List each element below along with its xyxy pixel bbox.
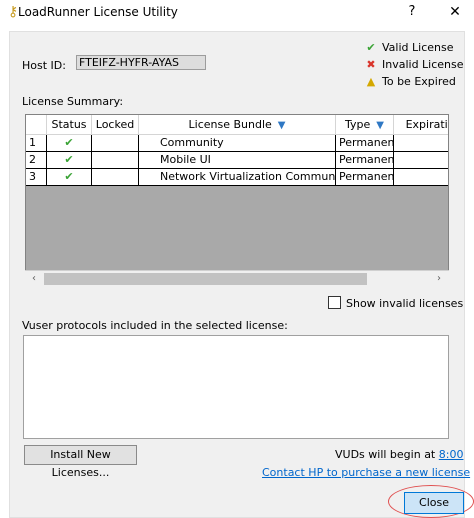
legend-invalid-label: Invalid License: [382, 58, 464, 71]
row-number: 2: [26, 152, 47, 169]
type-cell: Permanent: [336, 152, 394, 169]
horizontal-scrollbar[interactable]: ‹ ›: [25, 270, 449, 286]
legend-expired-label: To be Expired: [382, 75, 456, 88]
show-invalid-licenses-label: Show invalid licenses: [346, 297, 464, 310]
locked-cell: [92, 169, 139, 186]
scrollbar-thumb[interactable]: [44, 273, 367, 285]
column-header-locked[interactable]: Locked: [92, 115, 139, 135]
scroll-left-icon[interactable]: ‹: [28, 271, 40, 287]
window-close-button[interactable]: ✕: [444, 2, 466, 22]
legend-valid-label: Valid License: [382, 41, 454, 54]
host-id-field[interactable]: FTEIFZ-HYFR-AYAS: [76, 55, 206, 70]
host-id-label: Host ID:: [22, 59, 66, 72]
column-header-type-label: Type: [345, 118, 371, 131]
vuds-time-link[interactable]: 8:00: [439, 448, 464, 461]
expiration-cell: [394, 135, 448, 152]
x-icon: ✖: [366, 58, 376, 71]
license-bundle-cell: Community: [139, 135, 336, 152]
protocols-list[interactable]: [23, 335, 449, 439]
type-cell: Permanent: [336, 169, 394, 186]
column-header-license-bundle-label: License Bundle: [188, 118, 272, 131]
vuds-text-label: VUDs will begin at: [335, 448, 439, 461]
row-number: 3: [26, 169, 47, 186]
legend-expired: ▲ To be Expired: [364, 74, 456, 90]
type-cell: Permanent: [336, 135, 394, 152]
filter-icon[interactable]: ▼: [376, 120, 384, 131]
vuds-info: VUDs will begin at 8:00: [335, 448, 463, 461]
column-header-expiration[interactable]: Expiration: [394, 115, 448, 135]
contact-hp-link[interactable]: Contact HP to purchase a new license: [262, 466, 470, 479]
legend-invalid: ✖ Invalid License: [364, 57, 464, 73]
check-icon: ✔: [47, 135, 92, 152]
install-new-licenses-button[interactable]: Install New Licenses...: [24, 445, 137, 479]
check-icon: ✔: [366, 41, 376, 54]
title-bar: ⚷ LoadRunner License Utility ? ✕: [0, 0, 474, 24]
check-icon: ✔: [47, 152, 92, 169]
column-header-type[interactable]: Type ▼: [336, 115, 394, 135]
locked-cell: [92, 135, 139, 152]
close-button[interactable]: Close: [404, 492, 464, 514]
license-bundle-cell: Mobile UI: [139, 152, 336, 169]
checkbox-box[interactable]: [328, 296, 341, 309]
scroll-right-icon[interactable]: ›: [433, 271, 445, 287]
filter-icon[interactable]: ▼: [278, 120, 286, 131]
expiration-cell: [394, 152, 448, 169]
grid-corner: [26, 115, 47, 135]
check-icon: ✔: [47, 169, 92, 186]
license-bundle-cell: Network Virtualization Community: [139, 169, 336, 186]
column-header-license-bundle[interactable]: License Bundle ▼: [139, 115, 336, 135]
help-button[interactable]: ?: [402, 2, 422, 22]
show-invalid-licenses-checkbox[interactable]: Show invalid licenses: [328, 296, 463, 310]
window-title: LoadRunner License Utility: [18, 5, 178, 19]
warning-icon: ▲: [366, 75, 376, 88]
license-summary-label: License Summary:: [22, 95, 124, 108]
expiration-cell: [394, 169, 448, 186]
locked-cell: [92, 152, 139, 169]
license-grid[interactable]: Status Locked License Bundle ▼ Type ▼ Expi…: [25, 114, 449, 286]
legend-valid: ✔ Valid License: [364, 40, 453, 56]
protocols-label: Vuser protocols included in the selected…: [22, 319, 288, 332]
column-header-status[interactable]: Status: [47, 115, 92, 135]
row-number: 1: [26, 135, 47, 152]
